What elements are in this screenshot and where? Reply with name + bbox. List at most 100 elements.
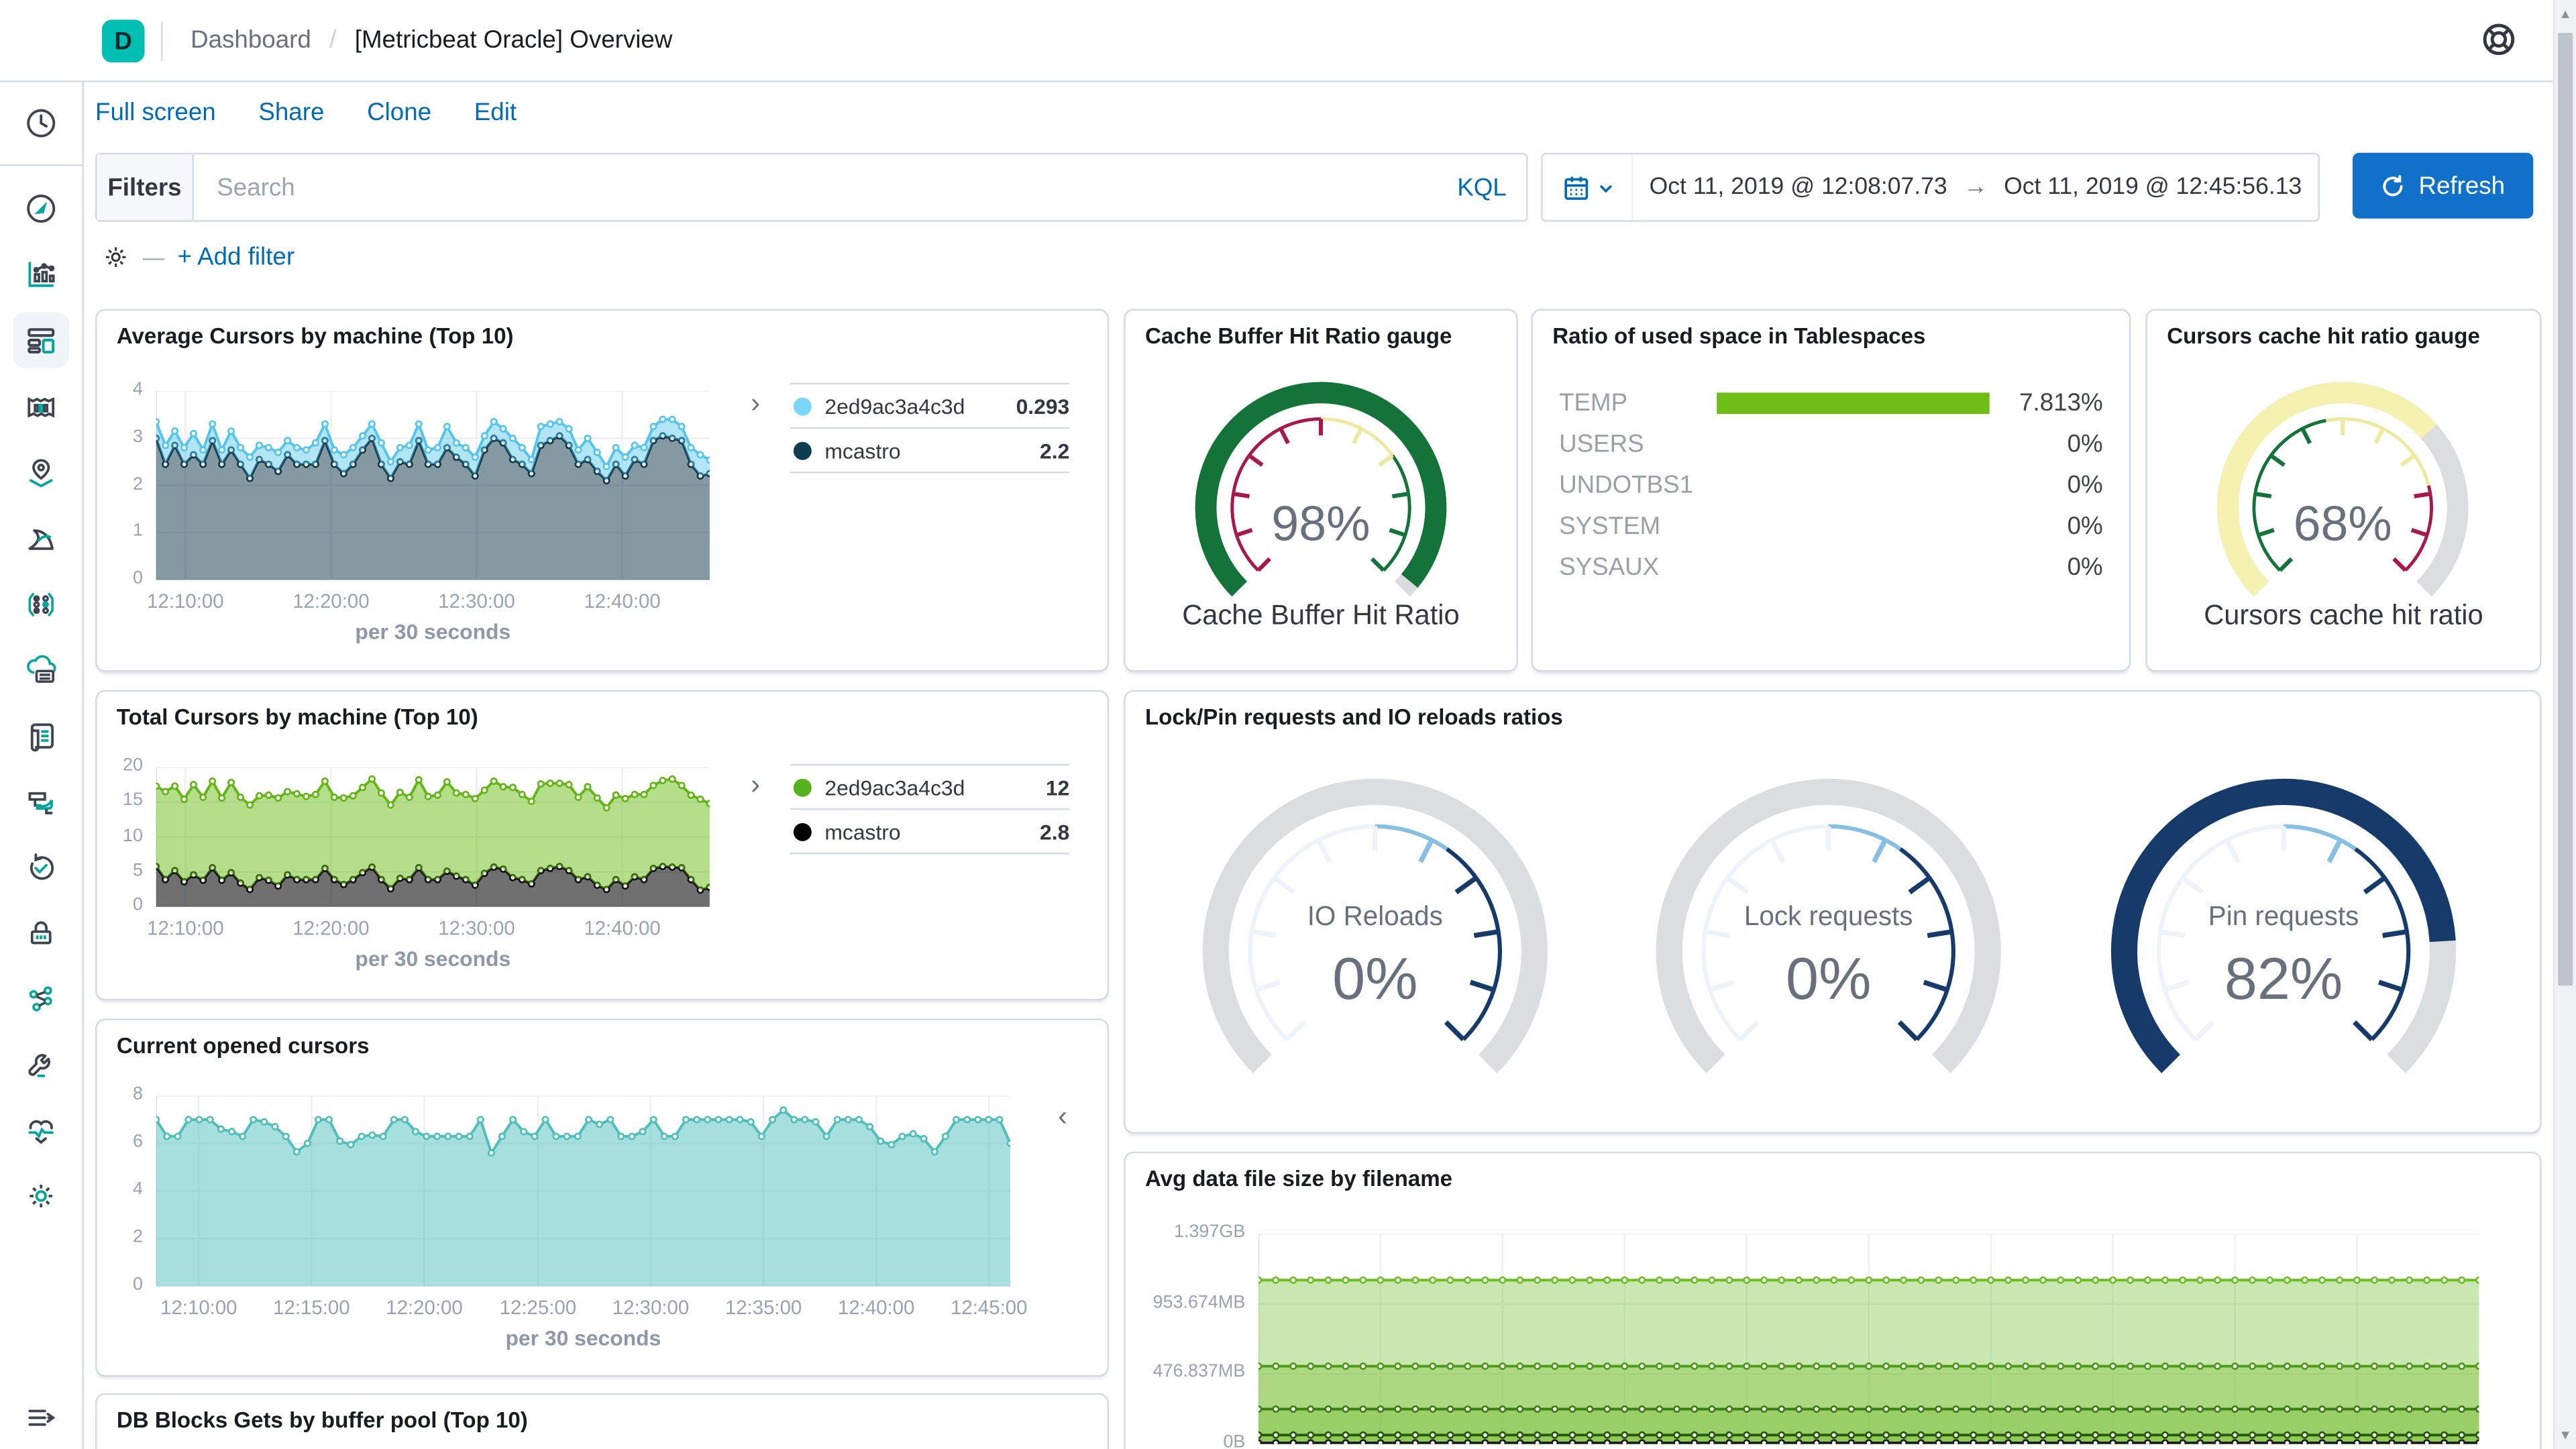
chevron-down-icon [1599,184,1613,193]
space-switcher[interactable]: D [101,19,145,63]
gauge-label: Cursors cache hit ratio [2204,599,2483,631]
tablespace-bar-zone [1717,475,1984,496]
filter-settings-gear-icon[interactable] [102,243,130,271]
x-axis-tick-label: 12:30:00 [438,916,515,940]
scroll-up-arrow[interactable]: ▲ [2555,7,2576,21]
clone-button[interactable]: Clone [367,99,431,135]
y-axis-tick-label: 3 [133,427,144,447]
sidebar-item-management[interactable] [13,1168,69,1224]
breadcrumb-dashboard-link[interactable]: Dashboard [191,26,311,54]
tablespace-row: SYSAUX 0% [1559,547,2103,588]
panel-average-cursors: Average Cursors by machine (Top 10) 0123… [95,309,1110,672]
tablespace-row: USERS 0% [1559,424,2103,465]
x-axis-tick-label: 12:20:00 [292,916,370,940]
tablespace-value: 0% [2067,471,2103,500]
legend-row[interactable]: 2ed9ac3a4c3d 0.293 [790,382,1070,427]
tablespace-value: 7.813% [2019,389,2103,418]
cursors-cache-hit-ratio-gauge: 68% [2203,360,2482,639]
tablespace-bar-zone [1717,557,1984,578]
calendar-menu-button[interactable] [1543,154,1633,221]
panel-avg-datafile-size: Avg data file size by filename 1.397GB 95… [1124,1151,2542,1449]
panel-db-blocks: DB Blocks Gets by buffer pool (Top 10) [95,1393,1110,1449]
avg-datafile-chart: 1.397GB 953.674MB 476.837MB 0B [1126,1153,2540,1449]
legend-row[interactable]: mcastro 2.8 [790,808,1070,855]
gauge-value: 0% [1332,945,1418,1012]
legend-row[interactable]: mcastro 2.2 [790,427,1070,474]
help-icon[interactable] [2479,19,2519,59]
panel-cache-buffer-gauge: Cache Buffer Hit Ratio gauge 98% Cache B… [1124,309,1518,672]
edit-button[interactable]: Edit [474,99,517,135]
plot-area [156,767,710,907]
kibana-dashboard-page: D Dashboard / [Metricbeat Oracle] Overvi… [0,0,2576,1449]
panel-lock-pin-io: Lock/Pin requests and IO reloads ratios … [1124,690,2542,1134]
tablespace-name: USERS [1559,430,1644,459]
legend-series-value: 2.2 [1040,437,1070,463]
gauge-label: Pin requests [2208,902,2359,932]
sidebar-item-dashboard[interactable] [13,312,69,368]
search-input[interactable] [193,154,1438,221]
sidebar-item-maps[interactable] [13,445,69,501]
date-to[interactable]: Oct 11, 2019 @ 12:45:56.13 [2004,174,2302,201]
panel-total-cursors: Total Cursors by machine (Top 10) 0 5 10 15… [95,690,1110,1001]
panel-title: DB Blocks Gets by buffer pool (Top 10) [116,1407,528,1433]
full-screen-button[interactable]: Full screen [95,99,216,135]
sidebar-item-dev-tools[interactable] [13,1036,69,1092]
tablespace-name: SYSAUX [1559,553,1660,582]
date-from[interactable]: Oct 11, 2019 @ 12:08:07.73 [1650,174,1947,201]
legend-series-label: mcastro [824,437,901,463]
sidebar-item-code[interactable] [13,971,69,1026]
sidebar-item-visualize[interactable] [13,246,69,302]
tablespace-bar-zone [1717,392,1990,415]
y-axis-tick-label: 1.397GB [1173,1222,1246,1242]
panel-title: Lock/Pin requests and IO reloads ratios [1144,704,1563,730]
scrollbar-thumb[interactable] [2558,32,2573,986]
legend-row[interactable]: 2ed9ac3a4c3d 12 [790,763,1070,808]
sidebar-item-uptime[interactable] [13,839,69,895]
filters-segment[interactable]: Filters [97,154,194,221]
dash-separator: — [143,244,164,270]
share-button[interactable]: Share [258,99,324,135]
scroll-down-arrow[interactable]: ▼ [2555,1428,2576,1442]
lock-requests-gauge: Lock requests 0% [1640,757,2017,1132]
average-cursors-chart: 0 1 2 3 4 12:10:00 12:20:00 12:30:00 12:40:00 per… [97,311,1107,670]
sidebar-item-logs[interactable] [13,708,69,764]
x-axis-tick-label: 12:40:00 [837,1296,915,1320]
add-filter-button[interactable]: + Add filter [177,243,294,271]
legend-series-value: 2.8 [1040,818,1070,844]
gauge-label: Cache Buffer Hit Ratio [1182,599,1460,631]
gauge-label: Lock requests [1743,902,1913,932]
sidebar-item-monitoring[interactable] [13,1102,69,1158]
y-axis-tick-label: 0 [133,568,144,588]
sidebar-item-metrics[interactable] [13,643,69,698]
legend-series-dot [793,822,812,841]
sidebar-item-graph[interactable] [13,577,69,633]
panel-title: Ratio of used space in Tablespaces [1552,323,1926,349]
legend-series-dot [793,441,812,460]
recently-viewed-icon[interactable] [13,95,69,151]
io-reloads-gauge: IO Reloads 0% [1186,757,1564,1132]
y-axis-tick-label: 2 [133,1227,144,1247]
tablespace-name: TEMP [1559,389,1628,418]
app-sidebar [0,0,84,1449]
sidebar-item-canvas[interactable] [13,380,69,435]
sidebar-item-discover[interactable] [13,180,69,236]
x-axis-label: per 30 seconds [355,619,511,645]
arrow-right-icon: → [1964,174,1988,201]
gauge-value: 68% [2293,498,2392,552]
refresh-button[interactable]: Refresh [2352,152,2534,219]
y-axis-tick-label: 10 [123,825,144,846]
sidebar-item-apm[interactable] [13,773,69,829]
x-axis-tick-label: 12:15:00 [273,1296,350,1320]
gauge-value: 82% [2224,945,2343,1012]
legend-expand-icon[interactable]: › [751,771,760,799]
gauge-value: 0% [1786,945,1872,1012]
sidebar-item-machine-learning[interactable] [13,511,69,567]
collapse-menu-icon[interactable] [13,1390,69,1446]
sidebar-item-siem[interactable] [13,905,69,961]
top-header: D Dashboard / [Metricbeat Oracle] Overvi… [0,0,2555,83]
legend-expand-icon[interactable]: › [751,389,760,417]
chart-legend: 2ed9ac3a4c3d 0.293 mcastro 2.2 [790,382,1070,474]
tablespace-value: 0% [2067,430,2103,459]
legend-collapse-icon[interactable]: ‹ [1058,1102,1067,1130]
kql-toggle[interactable]: KQL [1438,154,1526,220]
